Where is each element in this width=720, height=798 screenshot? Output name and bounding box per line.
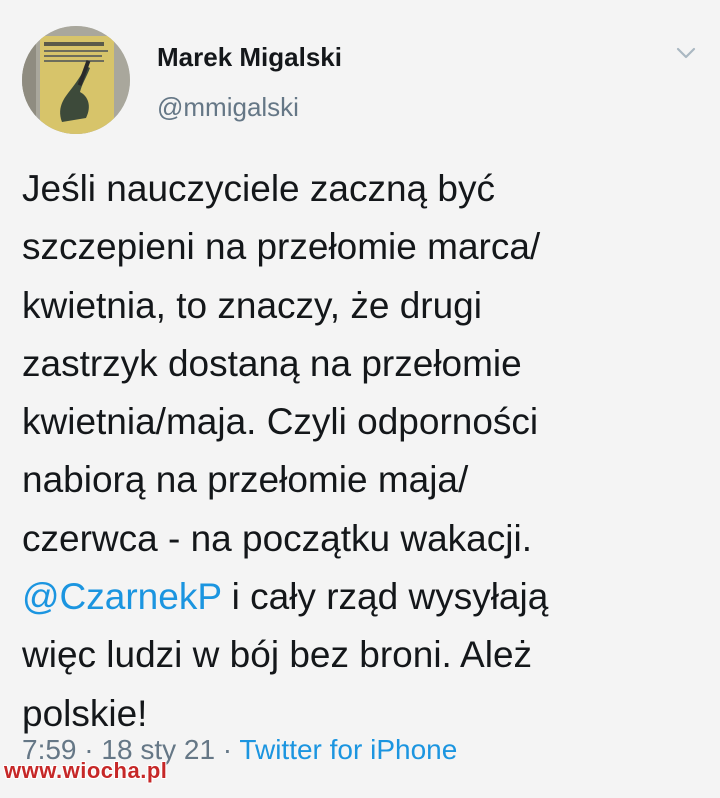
chevron-down-icon[interactable] bbox=[673, 40, 699, 66]
tweet-text: Jeśli nauczyciele zaczną być szczepieni … bbox=[22, 160, 702, 743]
tweet-line-rest: i cały rząd wysyłają bbox=[221, 576, 549, 618]
tweet-source-link[interactable]: Twitter for iPhone bbox=[239, 734, 457, 765]
mention-link[interactable]: @CzarnekP bbox=[22, 576, 221, 617]
tweet-line: więc ludzi w bój bez broni. Ależ bbox=[22, 634, 533, 676]
tweet-line: kwietnia, to znaczy, że drugi bbox=[22, 284, 482, 326]
user-handle[interactable]: @mmigalski bbox=[157, 92, 299, 123]
tweet-line: czerwca - na początku wakacji. bbox=[22, 517, 532, 559]
book-cover-avatar bbox=[22, 26, 130, 134]
tweet-line: nabiorą na przełomie maja/ bbox=[22, 459, 469, 501]
site-watermark: www.wiocha.pl bbox=[4, 758, 168, 783]
tweet-line: Jeśli nauczyciele zaczną być bbox=[22, 168, 495, 209]
tweet-line: szczepieni na przełomie marca/ bbox=[22, 226, 541, 268]
avatar[interactable] bbox=[22, 26, 130, 134]
display-name[interactable]: Marek Migalski bbox=[157, 42, 342, 73]
tweet-line: @CzarnekP i cały rząd wysyłają bbox=[22, 568, 702, 626]
tweet-line: kwietnia/maja. Czyli odporności bbox=[22, 401, 539, 443]
tweet-line: zastrzyk dostaną na przełomie bbox=[22, 342, 522, 384]
meta-separator: · bbox=[215, 734, 240, 765]
